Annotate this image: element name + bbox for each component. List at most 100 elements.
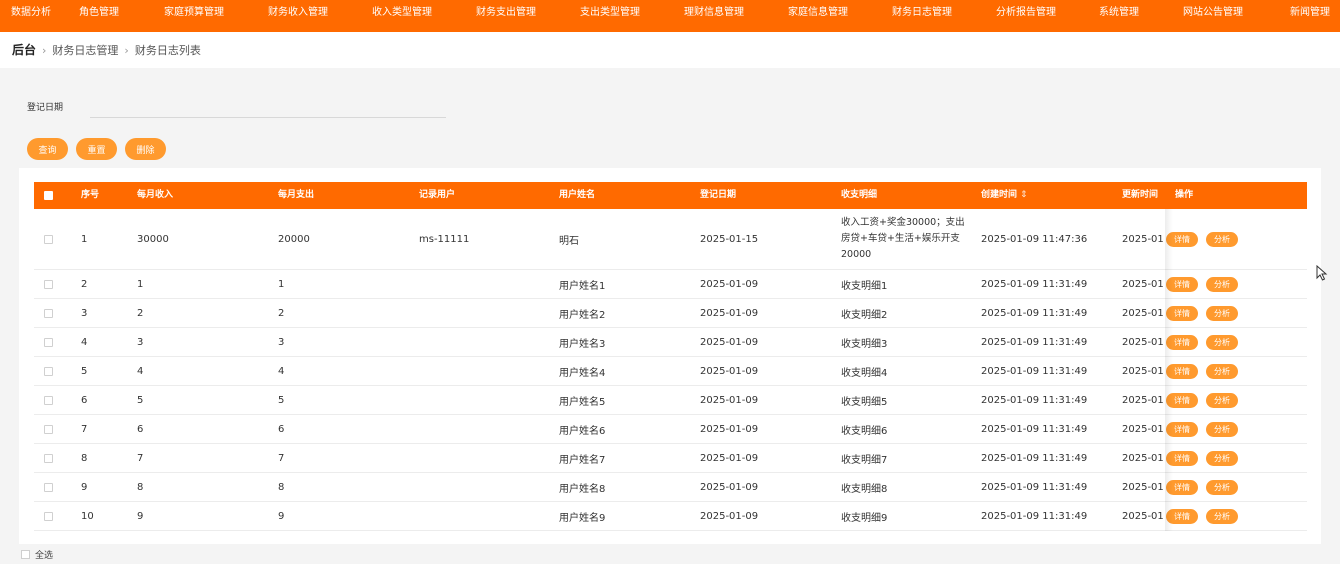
col-date: 登记日期 [700, 190, 737, 200]
analyze-button[interactable]: 分析 [1206, 392, 1238, 408]
cell-income: 2 [137, 307, 144, 319]
cell-date: 2025-01-09 [700, 452, 759, 464]
cell-created: 2025-01-09 11:31:49 [981, 307, 1088, 319]
row-checkbox[interactable] [44, 367, 53, 376]
chevron-right-icon: › [124, 44, 129, 57]
breadcrumb-root[interactable]: 后台 [12, 43, 36, 57]
cell-income: 5 [137, 394, 144, 406]
nav-item-11[interactable]: 系统管理 [1099, 0, 1139, 32]
reset-button[interactable]: 重置 [76, 138, 117, 160]
table-row: 1 30000 20000 ms-11111 明石 2025-01-15 收入工资+奖金30… [34, 209, 1307, 270]
analyze-button[interactable]: 分析 [1206, 231, 1238, 247]
nav-item-0[interactable]: 数据分析 [11, 0, 51, 32]
analyze-button[interactable]: 分析 [1206, 363, 1238, 379]
cell-created: 2025-01-09 11:31:49 [981, 452, 1088, 464]
row-actions: 详情 分析 [1166, 386, 1246, 414]
cell-expense: 1 [278, 278, 285, 290]
cell-updated: 2025-01-09 11:31:49 [1122, 510, 1164, 522]
cell-user-name: 用户姓名2 [559, 309, 606, 321]
cell-income: 9 [137, 510, 144, 522]
cell-updated: 2025-01-09 11:31:49 [1122, 278, 1164, 290]
select-all-checkbox[interactable] [21, 550, 30, 559]
nav-item-13[interactable]: 新闻管理 [1290, 0, 1330, 32]
nav-item-5[interactable]: 财务支出管理 [476, 0, 536, 32]
col-created[interactable]: 创建时间 ⇕ [981, 182, 1028, 209]
select-all[interactable]: 全选 [21, 548, 53, 561]
row-checkbox[interactable] [44, 396, 53, 405]
query-button[interactable]: 查询 [27, 138, 68, 160]
analyze-button[interactable]: 分析 [1206, 479, 1238, 495]
col-created-label: 创建时间 [981, 190, 1018, 200]
row-checkbox[interactable] [44, 425, 53, 434]
cell-details: 收支明细5 [841, 396, 888, 408]
cell-user-name: 用户姓名4 [559, 367, 606, 379]
col-expense: 每月支出 [278, 190, 315, 200]
table-row: 3 2 2 用户姓名2 2025-01-09 收支明细2 2025-01-09 11:31:… [34, 299, 1307, 328]
nav-item-7[interactable]: 理财信息管理 [684, 0, 744, 32]
cell-created: 2025-01-09 11:31:49 [981, 394, 1088, 406]
cell-updated: 2025-01-09 11:31:49 [1122, 307, 1164, 319]
cell-date: 2025-01-09 [700, 365, 759, 377]
cell-index: 8 [81, 452, 88, 464]
row-actions: 详情 分析 [1166, 209, 1246, 269]
row-checkbox[interactable] [44, 338, 53, 347]
nav-item-9[interactable]: 财务日志管理 [892, 0, 952, 32]
breadcrumb: 后台 › 财务日志管理 › 财务日志列表 [12, 32, 201, 68]
cell-index: 2 [81, 278, 88, 290]
analyze-button[interactable]: 分析 [1206, 305, 1238, 321]
row-checkbox[interactable] [44, 512, 53, 521]
cell-index: 7 [81, 423, 88, 435]
analyze-button[interactable]: 分析 [1206, 276, 1238, 292]
row-checkbox[interactable] [44, 280, 53, 289]
nav-item-8[interactable]: 家庭信息管理 [788, 0, 848, 32]
nav-item-2[interactable]: 家庭预算管理 [164, 0, 224, 32]
breadcrumb-level2: 财务日志列表 [134, 44, 201, 57]
row-actions: 详情 分析 [1166, 357, 1246, 385]
row-actions: 详情 分析 [1166, 502, 1246, 530]
delete-button[interactable]: 删除 [125, 138, 166, 160]
col-income: 每月收入 [137, 190, 174, 200]
cell-created: 2025-01-09 11:31:49 [981, 278, 1088, 290]
nav-item-6[interactable]: 支出类型管理 [580, 0, 640, 32]
nav-item-4[interactable]: 收入类型管理 [372, 0, 432, 32]
cell-created: 2025-01-09 11:47:36 [981, 233, 1088, 245]
analyze-button[interactable]: 分析 [1206, 450, 1238, 466]
row-checkbox[interactable] [44, 309, 53, 318]
cell-date: 2025-01-09 [700, 336, 759, 348]
cell-details: 收支明细3 [841, 338, 888, 350]
mouse-cursor-icon [1316, 265, 1328, 281]
cell-user-name: 用户姓名7 [559, 454, 606, 466]
cell-user-name: 用户姓名3 [559, 338, 606, 350]
filter-date-input[interactable] [90, 96, 446, 118]
cell-index: 1 [81, 233, 88, 245]
cell-date: 2025-01-15 [700, 233, 759, 245]
cell-expense: 8 [278, 481, 285, 493]
row-actions: 详情 分析 [1166, 299, 1246, 327]
row-checkbox[interactable] [44, 483, 53, 492]
cell-details: 收支明细2 [841, 309, 888, 321]
cell-index: 3 [81, 307, 88, 319]
select-all-header-checkbox[interactable] [44, 191, 53, 200]
cell-created: 2025-01-09 11:31:49 [981, 510, 1088, 522]
analyze-button[interactable]: 分析 [1206, 508, 1238, 524]
cell-date: 2025-01-09 [700, 481, 759, 493]
data-table: 序号 每月收入 每月支出 记录用户 用户姓名 登记日期 收支明细 创建时间 ⇕ 更… [19, 168, 1321, 544]
cell-date: 2025-01-09 [700, 307, 759, 319]
cell-user-name: 用户姓名6 [559, 425, 606, 437]
analyze-button[interactable]: 分析 [1206, 334, 1238, 350]
nav-item-3[interactable]: 财务收入管理 [268, 0, 328, 32]
sort-icon[interactable]: ⇕ [1020, 190, 1028, 200]
table-row: 5 4 4 用户姓名4 2025-01-09 收支明细4 2025-01-09 11:31:… [34, 357, 1307, 386]
top-nav: 数据分析 角色管理 家庭预算管理 财务收入管理 收入类型管理 财务支出管理 支出类型管理 理财… [0, 0, 1340, 32]
cell-expense: 20000 [278, 233, 310, 245]
nav-item-10[interactable]: 分析报告管理 [996, 0, 1056, 32]
nav-item-1[interactable]: 角色管理 [79, 0, 119, 32]
nav-item-12[interactable]: 网站公告管理 [1183, 0, 1243, 32]
breadcrumb-level1[interactable]: 财务日志管理 [52, 44, 118, 57]
row-actions: 详情 分析 [1166, 415, 1246, 443]
row-checkbox[interactable] [44, 454, 53, 463]
row-checkbox[interactable] [44, 235, 53, 244]
analyze-button[interactable]: 分析 [1206, 421, 1238, 437]
cell-date: 2025-01-09 [700, 423, 759, 435]
cell-user-name: 用户姓名5 [559, 396, 606, 408]
